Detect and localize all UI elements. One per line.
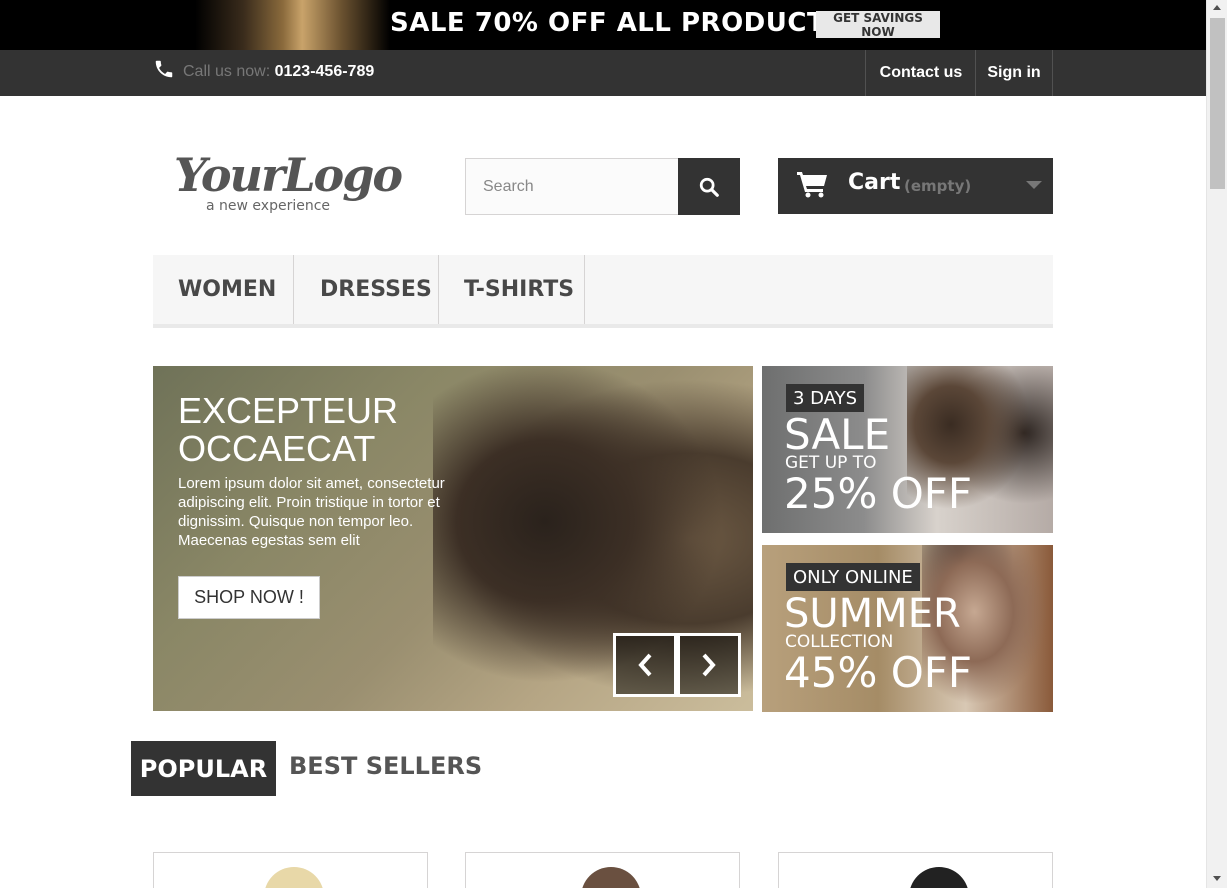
cart-block[interactable]: Cart (empty): [778, 158, 1053, 214]
logo-main-text: YourLogo: [174, 148, 403, 202]
tab-popular[interactable]: POPULAR: [131, 741, 276, 796]
side-banner-sale[interactable]: 3 DAYS SALE GET UP TO 25% OFF: [762, 366, 1053, 533]
search-button[interactable]: [678, 158, 740, 215]
product-card[interactable]: [153, 852, 428, 888]
get-savings-button[interactable]: GET SAVINGS NOW: [816, 11, 940, 39]
banner-discount: 25% OFF: [784, 469, 973, 518]
cart-label: Cart: [848, 170, 901, 195]
banner-headline: SALE: [784, 410, 891, 459]
banner-headline: SUMMER: [784, 591, 961, 637]
shop-now-button[interactable]: SHOP NOW !: [178, 576, 320, 619]
call-us: Call us now: 0123-456-789: [183, 63, 374, 81]
scroll-up-arrow-icon[interactable]: [1213, 5, 1221, 10]
search-input[interactable]: [465, 158, 679, 215]
hero-title-line1: EXCEPTEUR: [178, 390, 399, 431]
hero-description: Lorem ipsum dolor sit amet, consectetur …: [178, 475, 445, 549]
tab-best-sellers[interactable]: BEST SELLERS: [289, 752, 482, 780]
cart-status: (empty): [904, 177, 972, 195]
slider-prev-button[interactable]: [613, 633, 677, 697]
search-icon: [699, 177, 719, 197]
promo-photo: [195, 0, 390, 50]
sign-in-link[interactable]: Sign in: [975, 50, 1053, 96]
slider-next-button[interactable]: [677, 633, 741, 697]
hero-title-line2: OCCAECAT: [178, 428, 376, 469]
page-scrollbar[interactable]: [1206, 0, 1227, 888]
site-logo[interactable]: YourLogo a new experience: [170, 148, 403, 218]
hero-slider: EXCEPTEUR OCCAECAT Lorem ipsum dolor sit…: [153, 366, 753, 711]
product-card[interactable]: [465, 852, 740, 888]
chevron-down-icon[interactable]: [1026, 181, 1042, 189]
contact-us-link[interactable]: Contact us: [865, 50, 976, 96]
promo-banner[interactable]: SALE 70% OFF ALL PRODUCTS GET SAVINGS NO…: [0, 0, 1206, 50]
product-card[interactable]: [778, 852, 1053, 888]
banner-tag: ONLY ONLINE: [786, 563, 920, 591]
banner-tag: 3 DAYS: [786, 384, 865, 412]
chevron-left-icon: [638, 653, 652, 677]
phone-icon: [155, 60, 173, 78]
logo-tagline: a new experience: [206, 198, 331, 214]
product-image: [264, 867, 324, 888]
chevron-right-icon: [702, 653, 716, 677]
call-us-label: Call us now:: [183, 63, 271, 80]
scroll-down-arrow-icon[interactable]: [1213, 876, 1221, 881]
menu-item-women[interactable]: WOMEN: [153, 255, 294, 324]
promo-text: SALE 70% OFF ALL PRODUCTS: [390, 8, 845, 38]
scroll-thumb[interactable]: [1210, 18, 1225, 189]
main-menu: WOMEN DRESSES T-SHIRTS: [153, 255, 1053, 328]
hero-title: EXCEPTEUR OCCAECAT: [178, 392, 398, 468]
side-banner-summer[interactable]: ONLY ONLINE SUMMER COLLECTION 45% OFF: [762, 545, 1053, 712]
menu-item-dresses[interactable]: DRESSES: [294, 255, 439, 324]
product-image: [581, 867, 641, 888]
menu-item-tshirts[interactable]: T-SHIRTS: [439, 255, 585, 324]
phone-number: 0123-456-789: [274, 63, 375, 80]
cart-icon: [797, 172, 827, 198]
product-image: [909, 867, 969, 888]
banner-discount: 45% OFF: [784, 648, 973, 697]
